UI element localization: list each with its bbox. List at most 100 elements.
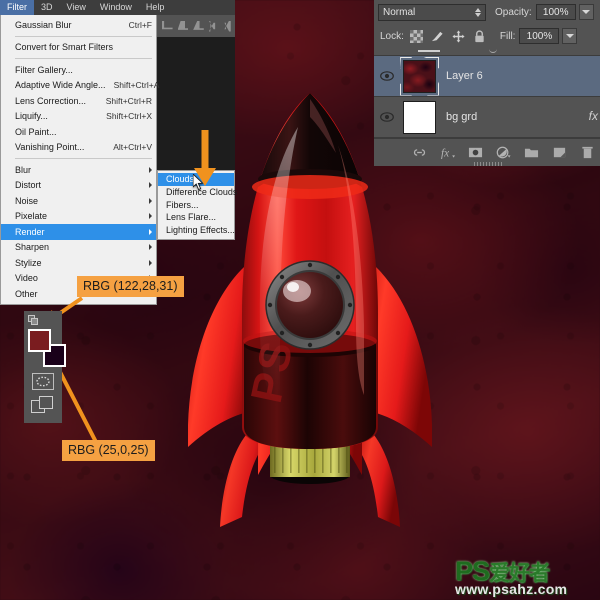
filter-menu-item-lens-correction[interactable]: Lens Correction... Shift+Ctrl+R <box>1 93 156 109</box>
filter-menu-item-convert-for-smart-filters[interactable]: Convert for Smart Filters <box>1 40 156 56</box>
delete-layer-icon[interactable] <box>580 145 595 160</box>
layers-panel-divider <box>374 48 600 56</box>
opacity-label: Opacity: <box>495 6 532 18</box>
submenu-chevron-icon <box>149 244 152 251</box>
filter-menu-item-vanishing-point[interactable]: Vanishing Point... Alt+Ctrl+V <box>1 140 156 156</box>
filter-menu-item-label: Gaussian Blur <box>15 19 72 30</box>
quick-mask-toggle-icon[interactable] <box>32 373 54 390</box>
layer-name[interactable]: bg grd <box>446 111 477 123</box>
lock-position-icon[interactable] <box>452 29 465 43</box>
panel-grip-nub <box>418 50 440 52</box>
distribute-vertical-icon[interactable] <box>224 20 231 32</box>
filter-menu-item-liquify[interactable]: Liquify... Shift+Ctrl+X <box>1 109 156 125</box>
options-bar-align-icons[interactable] <box>160 15 235 37</box>
callout-background-color: RBG (25,0,25) <box>62 440 155 462</box>
menu-item-window[interactable]: Window <box>93 0 139 15</box>
opacity-dropdown-icon[interactable] <box>578 4 594 20</box>
menu-item-3d[interactable]: 3D <box>34 0 60 15</box>
layers-panel-lock-row: Lock: Fill: 100% <box>374 24 600 48</box>
submenu-chevron-icon <box>149 166 152 173</box>
link-layers-icon[interactable] <box>412 145 427 160</box>
filter-menu-item-noise[interactable]: Noise <box>1 193 156 209</box>
layer-style-fx-icon[interactable]: fx <box>440 145 455 160</box>
filter-menu-item-shortcut: Alt+Ctrl+V <box>113 142 152 153</box>
menu-item-help[interactable]: Help <box>139 0 172 15</box>
submenu-chevron-icon <box>149 259 152 266</box>
layer-row[interactable]: Layer 6 <box>374 56 600 97</box>
filter-menu-item-adaptive-wide-angle[interactable]: Adaptive Wide Angle... Shift+Ctrl+A <box>1 78 159 94</box>
align-center-icon[interactable] <box>177 20 189 30</box>
layer-mask-icon[interactable] <box>468 145 483 160</box>
layers-panel-footer[interactable]: fx <box>374 138 600 166</box>
eye-icon <box>380 71 394 81</box>
layer-row[interactable]: bg grd fx <box>374 97 600 138</box>
render-submenu-item-lighting-effects[interactable]: Lighting Effects... <box>158 224 235 237</box>
lock-all-icon[interactable] <box>473 29 486 43</box>
filter-menu-item-render[interactable]: Render <box>1 224 156 240</box>
layer-name[interactable]: Layer 6 <box>446 70 483 82</box>
layer-list[interactable]: Layer 6 bg grd fx <box>374 56 600 138</box>
layers-panel[interactable]: Normal Opacity: 100% Lock: Fill: 100% La… <box>374 0 600 166</box>
filter-menu-item-pixelate[interactable]: Pixelate <box>1 209 156 225</box>
filter-dropdown-menu[interactable]: Gaussian Blur Ctrl+F Convert for Smart Fil… <box>0 15 159 305</box>
filter-menu-item-stylize[interactable]: Stylize <box>1 255 156 271</box>
submenu-chevron-icon <box>149 228 152 235</box>
filter-menu-item-label: Oil Paint... <box>15 126 57 137</box>
layer-thumbnail[interactable] <box>403 59 436 93</box>
photoshop-screenshot: PS <box>0 0 600 600</box>
fill-value[interactable]: 100% <box>519 28 560 44</box>
filter-menu-item-blur[interactable]: Blur <box>1 162 156 178</box>
callout-foreground-color: RBG (122,28,31) <box>77 276 184 298</box>
lock-image-pixels-icon[interactable] <box>431 30 444 43</box>
render-submenu-item-lens-flare[interactable]: Lens Flare... <box>158 211 234 224</box>
panel-grip-arc <box>489 49 497 53</box>
adjustment-layer-icon[interactable] <box>496 145 511 160</box>
render-submenu-item-fibers[interactable]: Fibers... <box>158 199 234 212</box>
mouse-cursor-icon <box>193 174 204 190</box>
layer-visibility-toggle[interactable] <box>374 112 400 122</box>
filter-menu-item-label: Vanishing Point... <box>15 142 85 153</box>
new-group-icon[interactable] <box>524 145 539 160</box>
screen-mode-shape-front <box>39 396 53 409</box>
canvas-dark-region <box>150 37 235 172</box>
layer-thumbnail-wrapper[interactable] <box>403 59 436 93</box>
menu-item-filter[interactable]: Filter <box>0 0 34 15</box>
foreground-color-swatch[interactable] <box>28 329 51 352</box>
new-layer-icon[interactable] <box>552 145 567 160</box>
align-left-icon[interactable] <box>162 20 173 30</box>
filter-menu-item-shortcut: Shift+Ctrl+A <box>113 80 160 91</box>
submenu-chevron-icon <box>149 182 152 189</box>
layer-effects-fx-icon[interactable]: fx <box>589 109 598 123</box>
filter-menu-item-label: Render <box>15 226 45 237</box>
submenu-chevron-icon <box>149 213 152 220</box>
menu-separator <box>15 158 152 159</box>
submenu-chevron-icon <box>149 197 152 204</box>
distribute-horizontal-icon[interactable] <box>208 20 216 32</box>
filter-menu-item-oil-paint[interactable]: Oil Paint... <box>1 124 156 140</box>
fill-dropdown-icon[interactable] <box>562 28 578 44</box>
layer-thumbnail-wrapper[interactable] <box>403 100 436 134</box>
blend-mode-spinner-icon[interactable] <box>475 7 481 17</box>
align-right-icon[interactable] <box>193 20 204 30</box>
svg-text:fx: fx <box>441 147 449 159</box>
menu-item-view[interactable]: View <box>60 0 93 15</box>
lock-label: Lock: <box>380 30 404 42</box>
layer-visibility-toggle[interactable] <box>374 71 400 81</box>
swap-colors-icon[interactable] <box>28 315 39 326</box>
filter-menu-item-sharpen[interactable]: Sharpen <box>1 240 156 256</box>
opacity-value[interactable]: 100% <box>535 4 576 20</box>
menu-bar[interactable]: Filter 3D View Window Help <box>0 0 235 15</box>
layers-panel-blend-row: Normal Opacity: 100% <box>374 0 600 24</box>
filter-menu-item-label: Adaptive Wide Angle... <box>15 80 106 91</box>
layer-thumbnail[interactable] <box>403 100 436 134</box>
lock-transparent-pixels-icon[interactable] <box>409 29 423 43</box>
screen-mode-icon[interactable] <box>31 396 55 416</box>
filter-menu-item-distort[interactable]: Distort <box>1 178 156 194</box>
lock-icon-group[interactable] <box>409 29 486 43</box>
panel-resize-grip[interactable] <box>474 162 502 166</box>
filter-menu-item-gaussian-blur[interactable]: Gaussian Blur Ctrl+F <box>1 17 156 33</box>
filter-menu-item-label: Filter Gallery... <box>15 64 73 75</box>
filter-menu-item-filter-gallery[interactable]: Filter Gallery... <box>1 62 156 78</box>
fill-label: Fill: <box>499 30 516 42</box>
blend-mode-select[interactable]: Normal <box>378 3 486 21</box>
